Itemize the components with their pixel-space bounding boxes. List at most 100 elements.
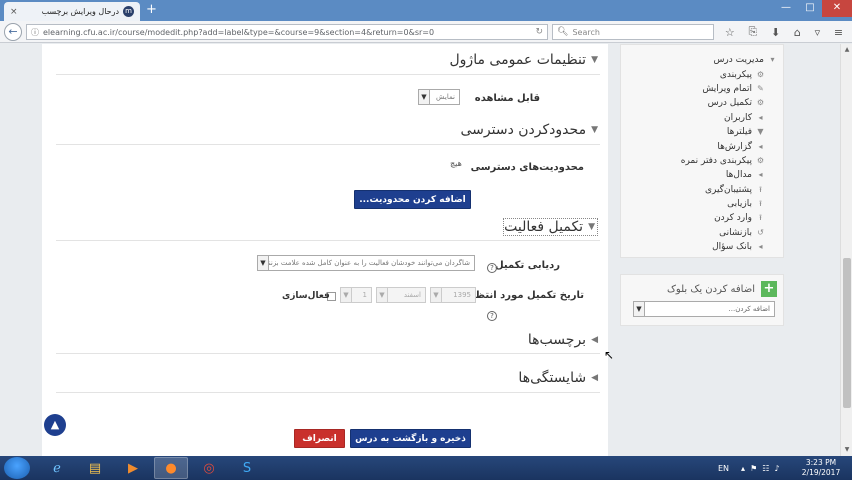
firefox-icon[interactable]: ● [154,457,188,479]
tree-item-users[interactable]: ◂ کاربران [681,111,765,125]
tree-item-label: پیکربندی دفتر نمره [680,155,752,166]
date-year-select[interactable]: 1395 ▼ [430,287,476,303]
tree-item-turn-editing-off[interactable]: ✎ اتمام ویرایش [681,82,765,96]
visible-label: قابل مشاهده [474,93,540,104]
browser-nav-bar: ← ⓘ elearning.cfu.ac.ir/course/modedit.p… [0,21,852,43]
caret-left-icon: ◂ [758,141,763,151]
section-competencies-header[interactable]: ◀ شایستگی‌ها [518,370,598,386]
new-tab-button[interactable]: + [146,3,157,17]
add-block-block: + اضافه کردن یک بلوک اضافه کردن... ▼ [620,274,784,326]
info-icon[interactable]: ⓘ [31,27,39,38]
url-text: elearning.cfu.ac.ir/course/modedit.php?a… [43,27,435,37]
section-tags-header[interactable]: ◀ برچسب‌ها [528,332,598,348]
chevron-down-icon: ▼ [377,288,388,302]
skype-icon[interactable]: S [230,457,264,479]
filter-icon: ▼ [757,127,764,137]
add-block-select[interactable]: اضافه کردن... ▼ [633,301,775,317]
tree-item-badges[interactable]: ◂ مدال‌ها [681,168,765,182]
windows-taskbar: ℯ ▤ ▶ ● ◎ S EN ▴ ⚑ ☷ ♪ 3:23 PM 2/19/2017 [0,456,852,480]
tree-item-label: تکمیل درس [707,98,752,109]
tree-item-settings[interactable]: ⚙ پیکربندی [681,67,765,81]
section-completion-title: تکمیل فعالیت [504,219,584,235]
maximize-icon[interactable]: □ [798,0,822,17]
help-icon[interactable]: ? [487,263,497,273]
help-icon[interactable]: ? [487,311,497,321]
page-scrollbar[interactable]: ▲ ▼ [840,44,852,456]
back-to-top-button[interactable]: ▲ [44,414,66,436]
taskbar-clock[interactable]: 3:23 PM 2/19/2017 [796,458,846,478]
gear-icon: ⚙ [756,98,765,108]
media-player-icon[interactable]: ▶ [116,457,150,479]
home-icon[interactable]: ⌂ [794,26,801,39]
menu-icon[interactable]: ≡ [834,26,843,39]
tree-item-course-admin[interactable]: ▾ مدیریت درس [681,53,777,67]
tree-item-label: فیلترها [726,127,752,138]
reset-icon: ↺ [757,227,764,237]
save-return-button[interactable]: ذخیره و بازگشت به درس [350,429,471,448]
restrictions-label: محدودیت‌های دسترسی [470,162,584,173]
tree-item-import[interactable]: ⭱ وارد کردن [681,211,765,225]
windows-start-button[interactable] [4,457,30,479]
date-year-value: 1395 [453,291,471,299]
chevron-down-icon: ▼ [341,288,352,302]
language-indicator[interactable]: EN [718,464,729,473]
tree-item-course-completion[interactable]: ⚙ تکمیل درس [681,96,765,110]
back-arrow-icon[interactable]: ← [4,23,22,41]
tree-item-label: اتمام ویرایش [702,83,752,94]
address-bar[interactable]: ⓘ elearning.cfu.ac.ir/course/modedit.php… [26,24,548,40]
window-close-icon[interactable]: ✕ [822,0,852,17]
browser-tab-bar: m درحال ویرایش برچسب × + — □ ✕ [0,0,852,21]
course-admin-tree: ▾ مدیریت درس ⚙ پیکربندی ✎ اتمام ویرایش ⚙… [681,53,777,254]
tree-item-label: بانک سؤال [712,242,752,253]
divider [56,392,600,393]
reload-icon[interactable]: ↻ [535,27,543,37]
browser-tab[interactable]: m درحال ویرایش برچسب × [4,2,140,21]
scroll-thumb[interactable] [843,258,851,408]
tree-item-question-bank[interactable]: ◂ بانک سؤال [681,240,765,254]
search-placeholder: Search [572,27,600,37]
tree-item-filters[interactable]: ▼ فیلترها [681,125,765,139]
tree-item-label: کاربران [724,112,752,123]
chrome-icon[interactable]: ◎ [192,457,226,479]
tab-close-icon[interactable]: × [10,7,18,17]
add-block-select-value: اضافه کردن... [728,305,770,313]
folder-icon[interactable]: ▤ [78,457,112,479]
cancel-button[interactable]: انصراف [294,429,345,448]
network-icon[interactable]: ☷ [762,464,769,473]
visible-select[interactable]: نمایش ▼ [418,89,460,105]
download-icon[interactable]: ⬇ [771,26,780,39]
tree-item-restore[interactable]: ⭱ بازیابی [681,197,765,211]
ie-icon[interactable]: ℯ [40,457,74,479]
section-general-header[interactable]: ▼ تنظیمات عمومی ماژول [450,52,599,68]
flag-icon[interactable]: ⚑ [750,464,757,473]
page-content: ▼ تنظیمات عمومی ماژول قابل مشاهده نمایش … [0,44,852,456]
pocket-icon[interactable]: ▿ [815,26,821,39]
volume-icon[interactable]: ♪ [774,464,779,473]
section-restrict-header[interactable]: ▼ محدودکردن دسترسی [461,122,598,138]
date-day-select[interactable]: 1 ▼ [340,287,372,303]
caret-left-icon: ◂ [758,242,763,252]
tray-arrow-icon[interactable]: ▴ [741,464,745,473]
add-restriction-button[interactable]: اضافه کردن محدودیت... [354,190,471,209]
tree-item-gradebook-setup[interactable]: ⚙ پیکربندی دفتر نمره [681,154,765,168]
completion-tracking-select[interactable]: شاگردان می‌توانند خودشان فعالیت را به عن… [257,255,475,271]
date-month-select[interactable]: اسفند ▼ [376,287,426,303]
system-tray: EN ▴ ⚑ ☷ ♪ [718,458,780,478]
plus-icon[interactable]: + [761,281,777,297]
scroll-up-arrow-icon[interactable]: ▲ [842,44,852,56]
divider [56,144,600,145]
minimize-icon[interactable]: — [774,0,798,17]
tree-item-backup[interactable]: ⭱ پشتیبان‌گیری [681,183,765,197]
tree-item-label: پشتیبان‌گیری [704,184,752,195]
tree-item-reset[interactable]: ↺ بازنشانی [681,226,765,240]
section-completion-header[interactable]: ▼ تکمیل فعالیت [503,218,598,236]
scroll-down-arrow-icon[interactable]: ▼ [842,444,852,456]
search-box[interactable]: 🔍︎ Search [552,24,714,40]
visible-select-value: نمایش [435,93,455,101]
chevron-down-icon: ▼ [634,302,645,316]
clipboard-icon[interactable]: ⎘ [748,25,757,39]
tree-item-reports[interactable]: ◂ گزارش‌ها [681,139,765,153]
caret-down-icon: ▼ [591,125,598,135]
divider [56,74,600,75]
star-icon[interactable]: ☆ [725,26,735,39]
